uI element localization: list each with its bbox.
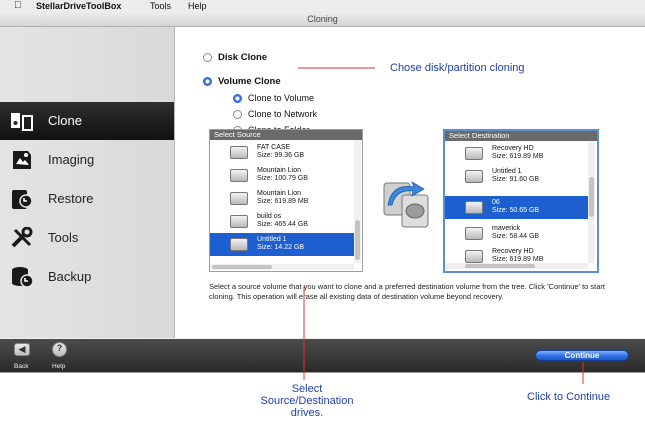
annotation-line-2: Source/Destination	[260, 395, 354, 407]
annotation-select-drives: Select Source/Destination drives.	[0, 383, 614, 419]
annotation-lines	[298, 67, 584, 384]
annotation-chose-cloning: Chose disk/partition cloning	[390, 62, 525, 74]
annotation-line-1: Select	[291, 383, 323, 395]
annotation-click-continue: Click to Continue	[527, 391, 611, 403]
annotation-line-3: drives.	[290, 407, 324, 419]
